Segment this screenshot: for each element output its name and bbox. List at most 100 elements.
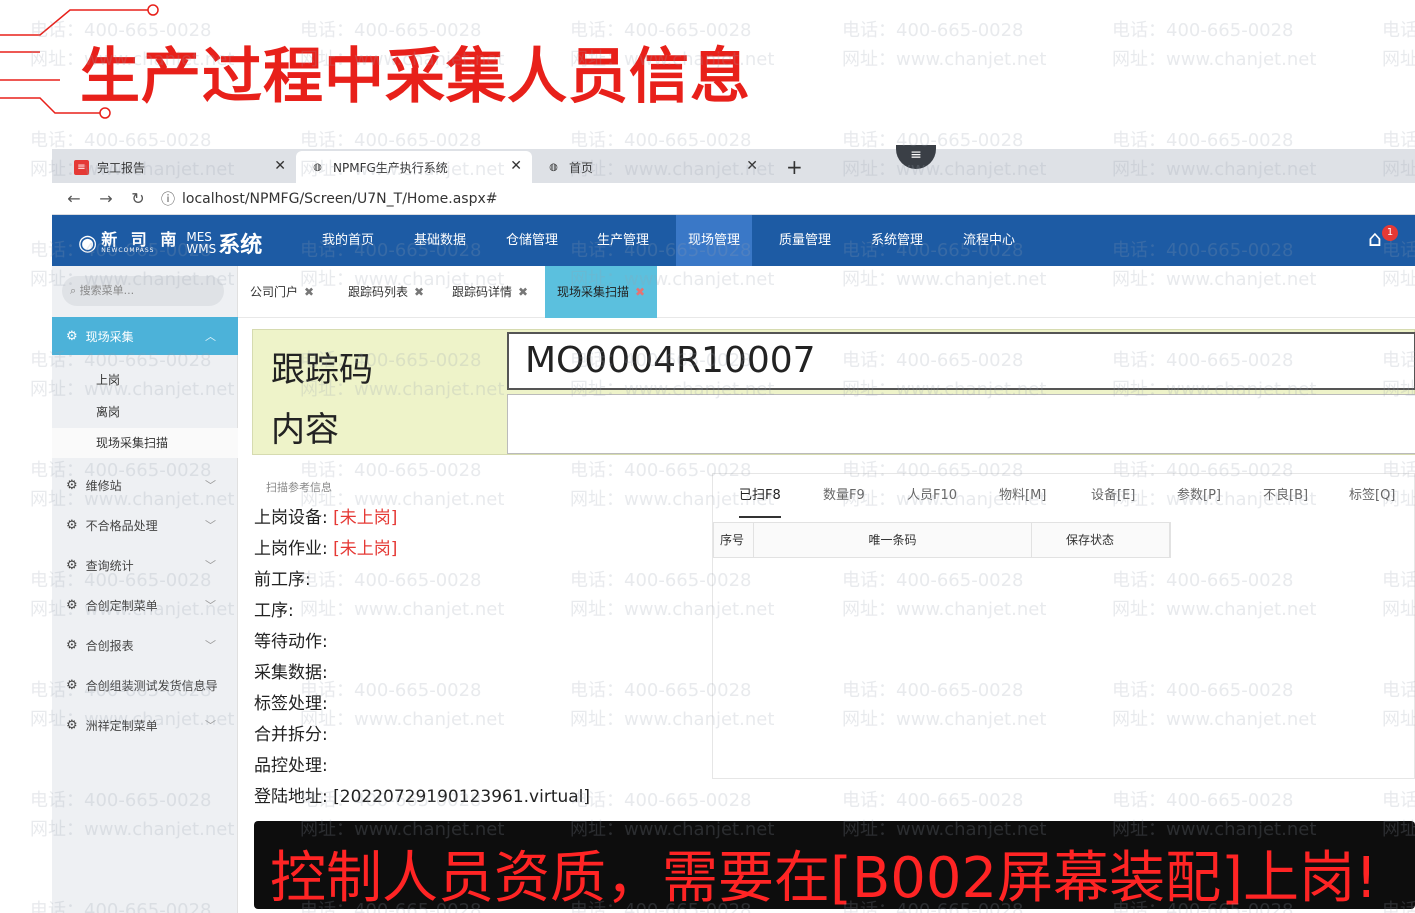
column-header-save-status[interactable]: 保存状态	[1032, 523, 1170, 557]
wms-label: WMS	[186, 242, 217, 256]
mes-wms-block: MES WMS	[186, 231, 216, 255]
info-row-equipment: 上岗设备: [未上岗]	[254, 503, 397, 528]
nav-item-quality[interactable]: 质量管理	[764, 215, 846, 266]
nav-item-home[interactable]: 我的首页	[308, 215, 388, 266]
page-tabs: 公司门户 ✖ 跟踪码列表 ✖ 跟踪码详情 ✖ 现场采集扫描 ✖	[238, 266, 1415, 318]
column-header-index[interactable]: 序号	[714, 523, 754, 557]
close-tab-icon[interactable]: ✕	[746, 158, 758, 174]
watermark-site: 网址：www.chanjet.net	[1382, 49, 1415, 70]
nav-item-workflow[interactable]: 流程中心	[948, 215, 1030, 266]
browser-window: ≡ 完工报告 ✕ ◍ NPMFG生产执行系统 ✕ ◍ 首页 ✕ + ≡ ← → …	[52, 145, 1415, 913]
sidebar-group-label: 合创组装测试发货信息导	[85, 678, 218, 693]
watermark: 电话：400-665-0028 网址：www.chanjet.net	[1382, 16, 1415, 74]
sidebar-group-zhouxiang-menu[interactable]: ⚙ 洲祥定制菜单 ﹀	[52, 706, 238, 744]
nav-item-production[interactable]: 生产管理	[582, 215, 664, 266]
info-icon[interactable]: ⓘ	[158, 189, 178, 209]
info-row-login-address: 登陆地址: [20220729190123961.virtual]	[254, 782, 590, 807]
info-label: 上岗设备:	[254, 508, 328, 528]
nav-item-basic-data[interactable]: 基础数据	[400, 215, 480, 266]
nav-item-warehouse[interactable]: 仓储管理	[492, 215, 572, 266]
info-label: 标签处理:	[254, 694, 328, 714]
page-tab-label: 公司门户	[250, 285, 299, 299]
info-row-label-process: 标签处理:	[254, 689, 328, 714]
home-icon[interactable]: ⌂	[1368, 227, 1382, 252]
column-header-barcode[interactable]: 唯一条码	[754, 523, 1032, 557]
sidebar-group-label: 合创报表	[85, 638, 134, 653]
scan-info-panel: 扫描参考信息 上岗设备: [未上岗] 上岗作业: [未上岗] 前工序: 工序: …	[252, 469, 704, 813]
close-icon[interactable]: ✖	[304, 285, 314, 299]
chevron-down-icon: ﹀	[205, 559, 216, 572]
alert-banner: 控制人员资质，需要在[B002屏幕装配]上岗!	[254, 821, 1415, 911]
tab-material[interactable]: 物料[M]	[999, 474, 1046, 518]
back-arrow-icon[interactable]: ←	[64, 189, 84, 208]
watermark-phone: 电话：400-665-0028	[1382, 20, 1415, 41]
tab-quantity[interactable]: 数量F9	[823, 474, 865, 518]
url-field[interactable]: localhost/NPMFG/Screen/U7N_T/Home.aspx#	[182, 191, 498, 207]
close-icon[interactable]: ✖	[414, 285, 424, 299]
info-row-collect-data: 采集数据:	[254, 658, 328, 683]
sidebar-group-label: 不合格品处理	[85, 518, 158, 533]
close-icon[interactable]: ✖	[635, 285, 645, 299]
trace-code-input[interactable]: MO0004R10007	[507, 332, 1415, 390]
tab-parameter[interactable]: 参数[P]	[1177, 474, 1221, 518]
slide-title: 生产过程中采集人员信息	[80, 42, 751, 112]
nav-item-site[interactable]: 现场管理	[676, 215, 752, 266]
browser-tab-active[interactable]: ◍ NPMFG生产执行系统 ✕	[296, 151, 532, 183]
sidebar-group-reports[interactable]: ⚙ 合创报表 ﹀	[52, 626, 238, 664]
sidebar-group-repair[interactable]: ⚙ 维修站 ﹀	[52, 466, 238, 504]
info-label: 登陆地址:	[254, 787, 328, 807]
sidebar-group-label: 查询统计	[85, 558, 134, 573]
page-tab-site-scan[interactable]: 现场采集扫描 ✖	[545, 266, 658, 318]
forward-arrow-icon[interactable]: →	[96, 189, 116, 208]
menu-icon[interactable]: ≡	[896, 145, 936, 169]
trace-code-label: 跟踪码	[271, 350, 373, 390]
sidebar-item-onduty[interactable]: 上岗	[52, 365, 238, 395]
close-tab-icon[interactable]: ✕	[274, 158, 286, 174]
gear-icon: ⚙	[66, 477, 78, 493]
tab-personnel[interactable]: 人员F10	[907, 474, 957, 518]
info-label: 品控处理:	[254, 756, 328, 776]
info-label: 前工序:	[254, 570, 311, 590]
gear-icon: ⚙	[66, 328, 78, 344]
page-tab-portal[interactable]: 公司门户 ✖	[250, 266, 314, 318]
tab-scanned[interactable]: 已扫F8	[739, 474, 781, 518]
tab-equipment[interactable]: 设备[E]	[1091, 474, 1135, 518]
browser-tab[interactable]: ◍ 首页 ✕	[532, 151, 768, 183]
info-row-operation: 上岗作业: [未上岗]	[254, 534, 397, 559]
content-input[interactable]	[507, 394, 1415, 454]
close-icon[interactable]: ✖	[518, 285, 528, 299]
page-tab-trace-list[interactable]: 跟踪码列表 ✖	[348, 266, 424, 318]
sidebar-group-assembly-test[interactable]: ⚙ 合创组装测试发货信息导	[52, 666, 238, 704]
scan-info-title: 扫描参考信息	[266, 481, 332, 494]
sidebar-item-site-scan[interactable]: 现场采集扫描	[52, 428, 238, 458]
search-icon: ⌕	[70, 284, 80, 297]
watermark-site: 网址：www.chanjet.net	[842, 49, 1047, 70]
menu-search-input[interactable]: ⌕ 搜索菜单...	[62, 276, 224, 306]
chevron-down-icon: ﹀	[205, 719, 216, 732]
close-tab-icon[interactable]: ✕	[510, 158, 522, 174]
sidebar-group-query[interactable]: ⚙ 查询统计 ﹀	[52, 546, 238, 584]
nav-item-system[interactable]: 系统管理	[856, 215, 938, 266]
tab-label[interactable]: 标签[Q]	[1349, 474, 1395, 518]
watermark: 电话：400-665-0028 网址：www.chanjet.net	[842, 16, 1046, 74]
info-row-prev-process: 前工序:	[254, 565, 311, 590]
info-value: [未上岗]	[333, 539, 398, 559]
system-label: 系统	[218, 233, 263, 258]
sidebar-group-custom-menu[interactable]: ⚙ 合创定制菜单 ﹀	[52, 586, 238, 624]
sidebar-group-label: 合创定制菜单	[85, 598, 158, 613]
sidebar-group-site-collect[interactable]: ⚙ 现场采集 ︿	[52, 317, 238, 355]
globe-icon: ◍	[549, 161, 558, 173]
info-label: 工序:	[254, 601, 294, 621]
new-tab-button[interactable]: +	[786, 155, 803, 179]
scan-panel: 跟踪码 MO0004R10007 内容	[252, 329, 1415, 455]
app-header: ◉ 新 司 南 NEWCOMPASS MES WMS 系统 我的首页 基础数据 …	[52, 215, 1415, 266]
page-tab-trace-detail[interactable]: 跟踪码详情 ✖	[452, 266, 528, 318]
info-row-merge-split: 合并拆分:	[254, 720, 328, 745]
watermark-phone: 电话：400-665-0028	[1112, 20, 1294, 41]
notification-badge: 1	[1382, 225, 1398, 241]
reload-icon[interactable]: ↻	[128, 189, 148, 208]
sidebar-item-offduty[interactable]: 离岗	[52, 397, 238, 427]
browser-tab[interactable]: ≡ 完工报告 ✕	[60, 151, 296, 183]
tab-defect[interactable]: 不良[B]	[1263, 474, 1308, 518]
sidebar-group-nonconforming[interactable]: ⚙ 不合格品处理 ﹀	[52, 506, 238, 544]
